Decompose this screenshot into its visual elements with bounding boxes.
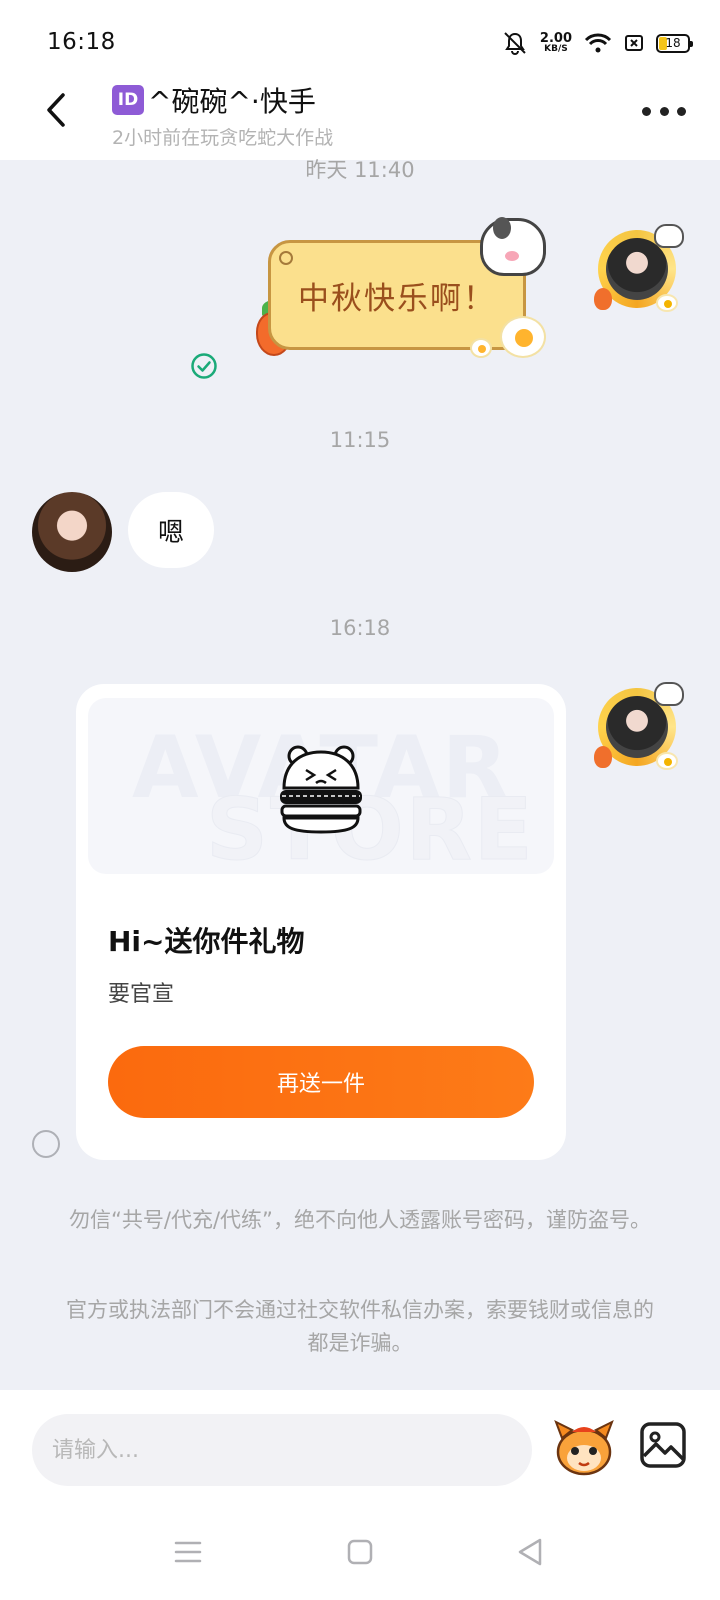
status-time: 16:18 xyxy=(47,29,116,55)
fraud-notice: 官方或执法部门不会通过社交软件私信办案，索要钱财或信息的都是诈骗。 xyxy=(66,1298,654,1355)
contact-avatar[interactable] xyxy=(32,492,112,572)
my-avatar[interactable] xyxy=(594,224,684,312)
status-icons: 2.00 KB/S 18 xyxy=(502,28,693,58)
watermark-text: STORE xyxy=(206,780,535,875)
menu-icon[interactable] xyxy=(168,1532,208,1572)
more-dot xyxy=(642,106,651,116)
more-button[interactable] xyxy=(642,100,686,122)
sticker-text: 中秋快乐啊！ xyxy=(298,280,496,317)
mascot-icon[interactable] xyxy=(552,1418,616,1478)
read-check-icon xyxy=(191,353,217,379)
battery-indicator: 18 xyxy=(656,33,693,53)
title-row[interactable]: ID ^碗碗^·快手 xyxy=(112,80,316,120)
back-nav-icon[interactable] xyxy=(510,1532,550,1572)
egg-decoration-icon xyxy=(656,294,678,312)
carrot-decoration-icon xyxy=(594,746,612,768)
send-another-button[interactable]: 再送一件 xyxy=(108,1046,534,1118)
message-input[interactable] xyxy=(32,1414,532,1486)
chat-title: ^碗碗^·快手 xyxy=(148,85,316,118)
status-bar: 16:18 2.00 KB/S 18 xyxy=(0,0,720,78)
chat-subtitle: 2小时前在玩贪吃蛇大作战 xyxy=(112,127,334,149)
gift-description: 要官宣 xyxy=(108,982,175,1007)
wifi-icon xyxy=(584,33,612,53)
back-button[interactable] xyxy=(36,88,76,132)
battery-level: 18 xyxy=(665,36,681,50)
my-avatar[interactable] xyxy=(594,682,684,770)
carrot-decoration-icon xyxy=(594,288,612,310)
egg-sticker-icon xyxy=(500,316,546,358)
incoming-message[interactable]: 嗯 xyxy=(128,492,215,568)
timestamp: 昨天 11:40 xyxy=(305,158,415,182)
security-notice: 勿信“共号/代充/代练”，绝不向他人透露账号密码，谨防盗号。 xyxy=(69,1208,651,1232)
egg-decoration-icon xyxy=(656,752,678,770)
pending-status-icon xyxy=(32,1130,60,1158)
chat-header: ID ^碗碗^·快手 2小时前在玩贪吃蛇大作战 xyxy=(0,78,720,160)
pin-icon xyxy=(279,251,293,265)
gift-card[interactable]: AVATAR STORE Hi~送你件礼物 要官宣 再送一件 xyxy=(76,684,566,1160)
more-dot xyxy=(677,106,686,116)
back-arrow-icon xyxy=(47,93,65,127)
more-dot xyxy=(659,106,669,116)
egg-sticker-icon xyxy=(470,338,492,358)
image-icon[interactable] xyxy=(638,1420,688,1470)
gift-banner: AVATAR STORE xyxy=(88,698,554,874)
id-badge: ID xyxy=(112,85,144,115)
network-speed-unit: KB/S xyxy=(544,44,568,54)
cat-decoration-icon xyxy=(654,224,684,248)
cat-decoration-icon xyxy=(654,682,684,706)
system-nav-bar xyxy=(0,1500,720,1600)
timestamp: 16:18 xyxy=(329,616,391,640)
home-icon[interactable] xyxy=(340,1532,380,1572)
timestamp: 11:15 xyxy=(329,428,391,452)
cat-sticker-icon xyxy=(480,217,546,276)
network-speed: 2.00 KB/S xyxy=(540,32,572,54)
gift-title: Hi~送你件礼物 xyxy=(108,925,305,958)
burger-gift-icon xyxy=(280,745,362,834)
mute-bell-icon xyxy=(504,32,526,55)
sim-icon xyxy=(625,35,643,51)
